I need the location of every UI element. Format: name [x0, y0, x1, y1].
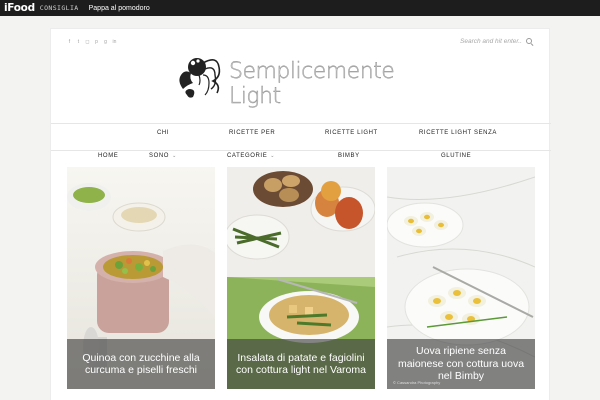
search-icon[interactable] — [526, 38, 533, 45]
photo-credit: © Cassandra Photography — [393, 380, 441, 385]
nav-label-categorie: CATEGORIE — [227, 153, 268, 159]
post-card[interactable]: Uova ripiene senza maionese con cottura … — [387, 167, 535, 389]
google-plus-icon[interactable]: g — [103, 40, 108, 45]
facebook-icon[interactable]: f — [67, 40, 72, 45]
ifood-logo[interactable]: iFood — [4, 2, 35, 14]
chevron-down-icon: ⌄ — [270, 153, 276, 159]
woman-silhouette-icon — [179, 58, 221, 98]
pinterest-icon[interactable]: p — [94, 40, 99, 45]
brand-tag: CONSIGLIA — [39, 4, 79, 12]
twitter-icon[interactable]: t — [76, 40, 81, 45]
chevron-down-icon: ⌄ — [172, 153, 177, 159]
nav-item-chi[interactable]: CHI — [157, 130, 169, 136]
search-box — [460, 38, 533, 45]
post-caption: Insalata di patate e fagiolini con cottu… — [227, 339, 375, 389]
post-title[interactable]: Insalata di patate e fagiolini con cottu… — [235, 352, 367, 377]
instagram-icon[interactable]: ◻ — [85, 40, 90, 45]
nav-item-home[interactable]: HOME — [98, 153, 118, 159]
nav-item-glutine[interactable]: GLUTINE — [441, 153, 471, 159]
linkedin-icon[interactable]: in — [112, 40, 117, 45]
social-links: f t ◻ p g in — [67, 40, 117, 45]
nav-item-categorie[interactable]: CATEGORIE ⌄ — [227, 153, 275, 159]
blog-card: f t ◻ p g in Semplicemente Light CHI RIC… — [50, 28, 551, 400]
nav-item-ricette-light-senza[interactable]: RICETTE LIGHT SENZA — [419, 130, 497, 136]
search-input[interactable] — [460, 38, 522, 45]
nav-item-sono[interactable]: SONO ⌄ — [149, 153, 177, 159]
nav-item-ricette-per[interactable]: RICETTE PER — [229, 130, 275, 136]
post-caption: Quinoa con zucchine alla curcuma e pisel… — [67, 339, 215, 389]
post-title[interactable]: Uova ripiene senza maionese con cottura … — [395, 345, 527, 383]
logo-text: Semplicemente Light — [229, 59, 395, 109]
post-card[interactable]: Insalata di patate e fagiolini con cottu… — [227, 167, 375, 389]
site-logo[interactable]: Semplicemente Light — [173, 51, 433, 109]
nav-label-sono: SONO — [149, 153, 170, 159]
post-card[interactable]: Quinoa con zucchine alla curcuma e pisel… — [67, 167, 215, 389]
promo-link[interactable]: Pappa al pomodoro — [89, 5, 150, 12]
top-bar: iFood CONSIGLIA Pappa al pomodoro — [0, 0, 600, 16]
post-title[interactable]: Quinoa con zucchine alla curcuma e pisel… — [75, 352, 207, 377]
nav-item-ricette-light[interactable]: RICETTE LIGHT — [325, 130, 378, 136]
nav-item-bimby[interactable]: BIMBY — [338, 153, 360, 159]
main-nav: CHI RICETTE PER RICETTE LIGHT RICETTE LI… — [51, 123, 551, 159]
post-grid: Quinoa con zucchine alla curcuma e pisel… — [67, 167, 535, 389]
